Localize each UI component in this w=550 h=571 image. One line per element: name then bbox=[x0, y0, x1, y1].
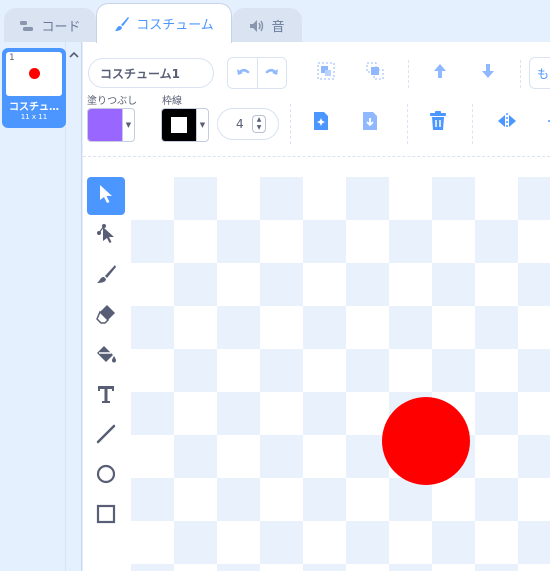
outline-color-swatch bbox=[162, 109, 196, 141]
brush-icon bbox=[114, 16, 130, 32]
brush-icon bbox=[95, 263, 117, 289]
toolbar-separator bbox=[472, 104, 473, 144]
outline-inner-square bbox=[171, 117, 187, 133]
costume-number: 1 bbox=[9, 53, 15, 63]
fill-color-dropdown[interactable]: ▼ bbox=[87, 108, 135, 142]
costume-tile[interactable]: 1 コスチュ… 11 x 11 bbox=[2, 48, 66, 128]
copy-button[interactable] bbox=[306, 108, 336, 138]
toolbar-separator bbox=[290, 104, 291, 144]
outline-width-value: 4 bbox=[236, 117, 244, 131]
circle-icon bbox=[95, 463, 117, 489]
undo-button[interactable] bbox=[228, 58, 257, 88]
toolbar-separator bbox=[408, 60, 409, 88]
rectangle-icon bbox=[95, 503, 117, 529]
costume-name-input[interactable] bbox=[88, 58, 214, 88]
text-icon bbox=[95, 383, 117, 409]
group-icon bbox=[316, 61, 336, 85]
backward-icon bbox=[478, 62, 498, 84]
tab-bar: コード コスチューム 音 bbox=[0, 0, 550, 43]
redo-button[interactable] bbox=[257, 58, 286, 88]
paint-editor: も 塗りつぶし ▼ 枠線 ▼ 4 ▲▼ bbox=[83, 42, 550, 571]
toolbar-separator bbox=[520, 60, 521, 88]
code-icon bbox=[19, 20, 35, 32]
tab-sounds-label: 音 bbox=[271, 20, 285, 35]
undo-redo-group bbox=[227, 57, 287, 89]
costume-thumb-shape bbox=[29, 68, 40, 79]
tab-costumes-label: コスチューム bbox=[136, 18, 214, 33]
redo-icon bbox=[264, 64, 280, 83]
flip-horizontal-icon bbox=[496, 112, 518, 134]
tab-sounds[interactable]: 音 bbox=[232, 8, 302, 42]
outline-color-dropdown[interactable]: ▼ bbox=[161, 108, 209, 142]
circle-tool[interactable] bbox=[87, 457, 125, 495]
chevron-down-icon: ▼ bbox=[196, 109, 208, 141]
ungroup-button[interactable] bbox=[360, 58, 390, 88]
brush-tool[interactable] bbox=[87, 257, 125, 295]
eraser-tool[interactable] bbox=[87, 297, 125, 335]
fill-tool[interactable] bbox=[87, 337, 125, 375]
flip-horizontal-button[interactable] bbox=[492, 108, 522, 138]
paint-bucket-icon bbox=[95, 343, 117, 369]
line-tool[interactable] bbox=[87, 417, 125, 455]
fill-color-swatch bbox=[88, 109, 122, 141]
chevron-down-icon: ▼ bbox=[122, 109, 134, 141]
drawing-canvas[interactable] bbox=[131, 177, 550, 571]
reshape-icon bbox=[95, 223, 117, 249]
costume-list-scrollbar[interactable] bbox=[66, 42, 82, 571]
outline-width-input[interactable]: 4 ▲ ▼ bbox=[217, 108, 279, 140]
toolbar-separator bbox=[407, 104, 408, 144]
flip-vertical-button[interactable] bbox=[538, 108, 550, 138]
outline-label: 枠線 bbox=[162, 96, 182, 107]
backward-button[interactable] bbox=[473, 58, 503, 88]
tab-code[interactable]: コード bbox=[4, 8, 96, 42]
forward-button[interactable] bbox=[425, 58, 455, 88]
canvas-circle-shape[interactable] bbox=[382, 397, 470, 485]
speaker-icon bbox=[249, 19, 265, 33]
copy-icon bbox=[312, 111, 330, 135]
more-label: も bbox=[537, 66, 550, 81]
forward-icon bbox=[430, 62, 450, 84]
rectangle-tool[interactable] bbox=[87, 497, 125, 535]
costume-name: コスチュ… bbox=[9, 102, 59, 113]
cursor-icon bbox=[97, 184, 115, 208]
width-stepper[interactable]: ▲ ▼ bbox=[252, 115, 266, 133]
tab-costumes[interactable]: コスチューム bbox=[96, 3, 232, 43]
ungroup-icon bbox=[365, 61, 385, 85]
toolbar-divider bbox=[83, 156, 550, 157]
eraser-icon bbox=[95, 303, 117, 329]
fill-label: 塗りつぶし bbox=[87, 96, 138, 107]
reshape-tool[interactable] bbox=[87, 217, 125, 255]
trash-icon bbox=[429, 111, 447, 135]
costume-thumbnail: 1 bbox=[6, 52, 62, 96]
undo-icon bbox=[235, 64, 251, 83]
paste-button[interactable] bbox=[355, 108, 385, 138]
select-tool[interactable] bbox=[87, 177, 125, 215]
costume-size: 11 x 11 bbox=[20, 113, 48, 121]
paste-icon bbox=[361, 111, 379, 135]
group-button[interactable] bbox=[311, 58, 341, 88]
more-button[interactable]: も bbox=[529, 57, 550, 89]
delete-button[interactable] bbox=[423, 108, 453, 138]
line-icon bbox=[95, 423, 117, 449]
chevron-up-icon[interactable] bbox=[68, 45, 80, 58]
text-tool[interactable] bbox=[87, 377, 125, 415]
tab-code-label: コード bbox=[41, 20, 81, 35]
